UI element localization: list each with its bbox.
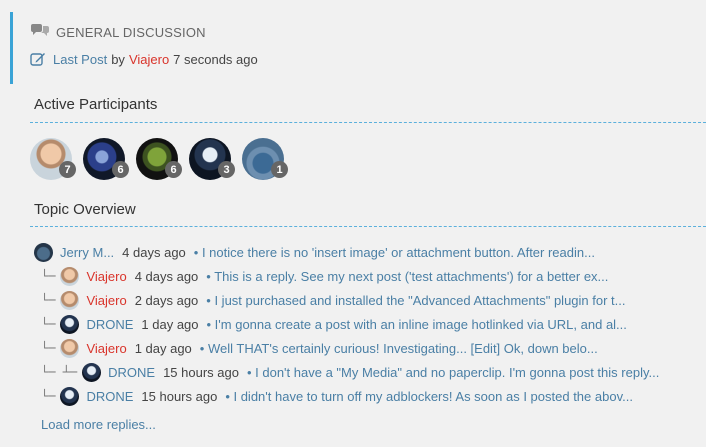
load-more-link[interactable]: Load more replies... xyxy=(41,417,156,432)
reply-time: 4 days ago xyxy=(122,244,186,260)
avatar[interactable] xyxy=(60,314,80,334)
last-post-time: 7 seconds ago xyxy=(173,52,258,67)
list-item: └─ DRONE 1 day ago • I'm gonna create a … xyxy=(41,314,627,334)
reply-author[interactable]: Viajero xyxy=(86,341,126,356)
reply-time: 2 days ago xyxy=(134,292,199,308)
divider xyxy=(30,122,706,123)
post-count-badge: 1 xyxy=(271,161,288,178)
list-item: └─ ┴─ DRONE 15 hours ago • I don't have … xyxy=(41,362,659,382)
forum-widget: GENERAL DISCUSSION Last Post by Viajero … xyxy=(0,0,706,447)
avatar[interactable]: 3 xyxy=(189,138,235,180)
tree-connector: └─ xyxy=(41,389,56,403)
avatar[interactable]: 6 xyxy=(136,138,182,180)
post-count-badge: 6 xyxy=(165,161,182,178)
reply-excerpt[interactable]: • I didn't have to turn off my adblocker… xyxy=(225,389,633,404)
reply-excerpt[interactable]: • I'm gonna create a post with an inline… xyxy=(207,317,627,332)
tree-connector: └─ ┴─ xyxy=(41,365,78,379)
reply-excerpt[interactable]: • I notice there is no 'insert image' or… xyxy=(194,245,595,260)
list-item: Jerry M... 4 days ago • I notice there i… xyxy=(34,242,595,262)
reply-excerpt[interactable]: • I just purchased and installed the "Ad… xyxy=(206,293,625,308)
divider xyxy=(30,226,706,227)
reply-time: 1 day ago xyxy=(134,340,192,356)
participants-list: 7 6 6 3 1 xyxy=(30,138,288,180)
avatar[interactable] xyxy=(34,242,53,262)
list-item: └─ Viajero 2 days ago • I just purchased… xyxy=(41,290,626,310)
reply-author[interactable]: DRONE xyxy=(108,365,155,380)
list-item: └─ DRONE 15 hours ago • I didn't have to… xyxy=(41,386,633,406)
last-post-row: Last Post by Viajero 7 seconds ago xyxy=(30,52,258,67)
discussion-bubbles-icon xyxy=(31,24,49,36)
tree-connector: └─ xyxy=(41,293,56,307)
reply-author[interactable]: Viajero xyxy=(86,293,126,308)
reply-author[interactable]: Viajero xyxy=(86,269,126,284)
avatar[interactable]: 7 xyxy=(30,138,76,180)
last-post-link[interactable]: Last Post xyxy=(53,52,107,67)
reply-author[interactable]: Jerry M... xyxy=(60,245,114,260)
avatar[interactable] xyxy=(60,338,80,358)
tree-connector: └─ xyxy=(41,341,56,355)
post-count-badge: 7 xyxy=(59,161,76,178)
reply-time: 15 hours ago xyxy=(141,388,218,404)
reply-author[interactable]: DRONE xyxy=(86,317,133,332)
avatar[interactable] xyxy=(82,362,102,382)
list-item: └─ Viajero 1 day ago • Well THAT's certa… xyxy=(41,338,598,358)
post-count-badge: 6 xyxy=(112,161,129,178)
participants-title: Active Participants xyxy=(34,96,158,113)
forum-title-row: GENERAL DISCUSSION xyxy=(30,24,206,40)
list-item: └─ Viajero 4 days ago • This is a reply.… xyxy=(41,266,608,286)
tree-connector: └─ xyxy=(41,317,56,331)
last-post-author[interactable]: Viajero xyxy=(129,52,169,67)
avatar[interactable]: 1 xyxy=(242,138,288,180)
reply-time: 4 days ago xyxy=(134,268,199,284)
avatar[interactable] xyxy=(60,266,80,286)
reply-time: 1 day ago xyxy=(141,316,199,332)
overview-title: Topic Overview xyxy=(34,201,136,218)
reply-time: 15 hours ago xyxy=(163,364,239,380)
avatar[interactable] xyxy=(60,386,80,406)
by-label: by xyxy=(111,52,125,67)
reply-author[interactable]: DRONE xyxy=(86,389,133,404)
edit-icon xyxy=(30,53,45,66)
reply-excerpt[interactable]: • I don't have a "My Media" and no paper… xyxy=(247,365,659,380)
reply-excerpt[interactable]: • This is a reply. See my next post ('te… xyxy=(206,269,608,284)
avatar[interactable] xyxy=(60,290,80,310)
tree-connector: └─ xyxy=(41,269,56,283)
forum-header: GENERAL DISCUSSION Last Post by Viajero … xyxy=(10,12,706,84)
avatar[interactable]: 6 xyxy=(83,138,129,180)
reply-excerpt[interactable]: • Well THAT's certainly curious! Investi… xyxy=(200,341,598,356)
forum-title[interactable]: GENERAL DISCUSSION xyxy=(56,25,206,40)
post-count-badge: 3 xyxy=(218,161,235,178)
